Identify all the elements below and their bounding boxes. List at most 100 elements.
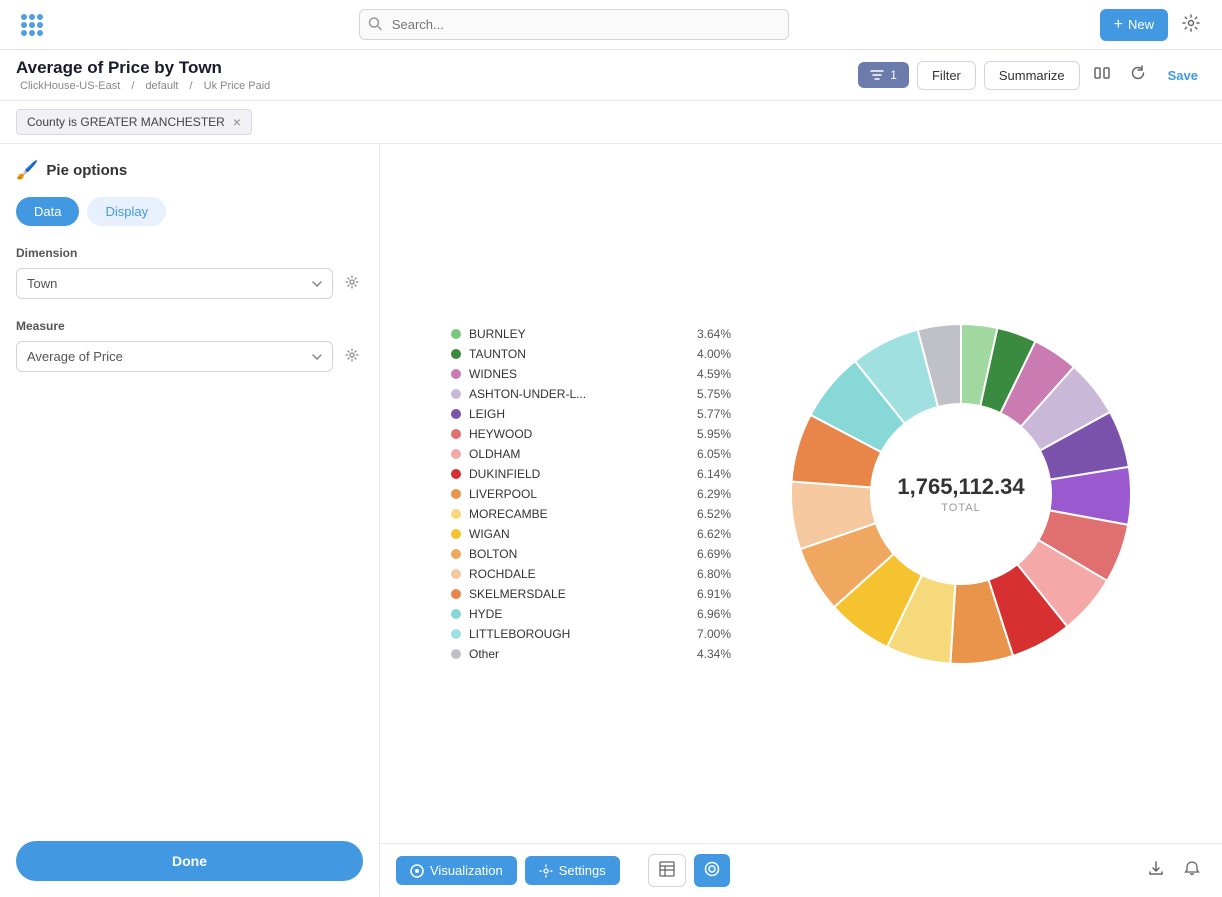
- breadcrumb-item-3: Uk Price Paid: [204, 80, 271, 92]
- legend-item-8: LIVERPOOL 6.29%: [451, 487, 731, 501]
- dimension-select-row: Town: [16, 268, 363, 299]
- filter-tag-text-0: County is GREATER MANCHESTER: [27, 115, 225, 129]
- columns-icon-button[interactable]: [1088, 59, 1116, 92]
- legend-dot-5: [451, 429, 461, 439]
- header-actions: + New: [1100, 8, 1206, 41]
- legend-pct-10: 6.62%: [693, 527, 731, 541]
- measure-label: Measure: [16, 319, 363, 333]
- legend-item-15: LITTLEBOROUGH 7.00%: [451, 627, 731, 641]
- legend-item-12: ROCHDALE 6.80%: [451, 567, 731, 581]
- dimension-select[interactable]: Town: [16, 268, 333, 299]
- legend-item-4: LEIGH 5.77%: [451, 407, 731, 421]
- table-view-button[interactable]: [648, 854, 686, 887]
- bell-icon-button[interactable]: [1178, 854, 1206, 887]
- legend-item-9: MORECAMBE 6.52%: [451, 507, 731, 521]
- legend-dot-1: [451, 349, 461, 359]
- breadcrumb-item-2: default: [145, 80, 178, 92]
- breadcrumb-separator-2: /: [190, 80, 193, 92]
- legend-dot-2: [451, 369, 461, 379]
- measure-value: Average of Price: [27, 349, 123, 364]
- summarize-label: Summarize: [999, 68, 1065, 83]
- dimension-gear-button[interactable]: [341, 271, 363, 296]
- legend-dot-13: [451, 589, 461, 599]
- legend-name-16: Other: [469, 647, 685, 661]
- save-button[interactable]: Save: [1160, 62, 1206, 89]
- pie-options-title: Pie options: [46, 162, 127, 179]
- measure-gear-button[interactable]: [341, 344, 363, 369]
- legend-dot-4: [451, 409, 461, 419]
- filter-badge-button[interactable]: 1: [858, 62, 909, 88]
- dimension-section: Dimension Town: [16, 246, 363, 299]
- filter-button[interactable]: Filter: [917, 61, 976, 90]
- legend-dot-9: [451, 509, 461, 519]
- tab-row: Data Display: [16, 197, 363, 226]
- filter-count: 1: [890, 68, 897, 82]
- settings-icon-button[interactable]: [1176, 8, 1206, 41]
- breadcrumb-item-1: ClickHouse-US-East: [20, 80, 120, 92]
- donut-view-button[interactable]: [694, 854, 730, 887]
- measure-section: Measure Average of Price: [16, 319, 363, 372]
- legend-name-12: ROCHDALE: [469, 567, 685, 581]
- legend-dot-0: [451, 329, 461, 339]
- legend-pct-12: 6.80%: [693, 567, 731, 581]
- legend-item-16: Other 4.34%: [451, 647, 731, 661]
- legend-pct-1: 4.00%: [693, 347, 731, 361]
- legend-name-4: LEIGH: [469, 407, 685, 421]
- search-input[interactable]: [359, 9, 789, 40]
- sidebar: 🖌️ Pie options Data Display Dimension To…: [0, 144, 380, 897]
- legend-item-0: BURNLEY 3.64%: [451, 327, 731, 341]
- legend-name-5: HEYWOOD: [469, 427, 685, 441]
- legend-name-15: LITTLEBOROUGH: [469, 627, 685, 641]
- legend-pct-16: 4.34%: [693, 647, 731, 661]
- visualization-button[interactable]: Visualization: [396, 856, 517, 885]
- download-icon-button[interactable]: [1142, 854, 1170, 887]
- legend-pct-5: 5.95%: [693, 427, 731, 441]
- breadcrumb: ClickHouse-US-East / default / Uk Price …: [16, 80, 846, 92]
- legend-name-13: SKELMERSDALE: [469, 587, 685, 601]
- header: + New: [0, 0, 1222, 50]
- legend-dot-3: [451, 389, 461, 399]
- summarize-button[interactable]: Summarize: [984, 61, 1080, 90]
- legend-item-7: DUKINFIELD 6.14%: [451, 467, 731, 481]
- legend-item-11: BOLTON 6.69%: [451, 547, 731, 561]
- tab-display-button[interactable]: Display: [87, 197, 166, 226]
- legend-item-2: WIDNES 4.59%: [451, 367, 731, 381]
- dimension-label: Dimension: [16, 246, 363, 260]
- title-block: Average of Price by Town ClickHouse-US-E…: [16, 58, 846, 92]
- donut-label: TOTAL: [897, 502, 1024, 514]
- legend-item-6: OLDHAM 6.05%: [451, 447, 731, 461]
- chart-area: BURNLEY 3.64% TAUNTON 4.00% WIDNES 4.59%…: [380, 144, 1222, 897]
- legend-name-1: TAUNTON: [469, 347, 685, 361]
- bottom-bar: Visualization Settings: [380, 843, 1222, 897]
- legend-pct-6: 6.05%: [693, 447, 731, 461]
- legend-name-2: WIDNES: [469, 367, 685, 381]
- legend-pct-2: 4.59%: [693, 367, 731, 381]
- legend: BURNLEY 3.64% TAUNTON 4.00% WIDNES 4.59%…: [451, 327, 731, 661]
- legend-name-6: OLDHAM: [469, 447, 685, 461]
- legend-name-11: BOLTON: [469, 547, 685, 561]
- legend-name-3: ASHTON-UNDER-L...: [469, 387, 685, 401]
- search-container: [359, 9, 789, 40]
- breadcrumb-separator-1: /: [131, 80, 134, 92]
- new-button[interactable]: + New: [1100, 9, 1168, 41]
- legend-pct-9: 6.52%: [693, 507, 731, 521]
- done-button[interactable]: Done: [16, 841, 363, 881]
- legend-item-14: HYDE 6.96%: [451, 607, 731, 621]
- filter-tag-close-0[interactable]: ×: [233, 114, 241, 130]
- refresh-icon-button[interactable]: [1124, 59, 1152, 92]
- new-label: New: [1128, 17, 1154, 32]
- legend-item-3: ASHTON-UNDER-L... 5.75%: [451, 387, 731, 401]
- settings-viz-button[interactable]: Settings: [525, 856, 620, 885]
- legend-dot-15: [451, 629, 461, 639]
- tab-data-button[interactable]: Data: [16, 197, 79, 226]
- subheader-actions: 1 Filter Summarize Save: [858, 59, 1206, 92]
- legend-name-9: MORECAMBE: [469, 507, 685, 521]
- measure-select[interactable]: Average of Price: [16, 341, 333, 372]
- donut-total: 1,765,112.34: [897, 474, 1024, 500]
- legend-dot-11: [451, 549, 461, 559]
- plus-icon: +: [1114, 16, 1123, 34]
- legend-pct-11: 6.69%: [693, 547, 731, 561]
- subheader: Average of Price by Town ClickHouse-US-E…: [0, 50, 1222, 101]
- legend-pct-15: 7.00%: [693, 627, 731, 641]
- legend-item-13: SKELMERSDALE 6.91%: [451, 587, 731, 601]
